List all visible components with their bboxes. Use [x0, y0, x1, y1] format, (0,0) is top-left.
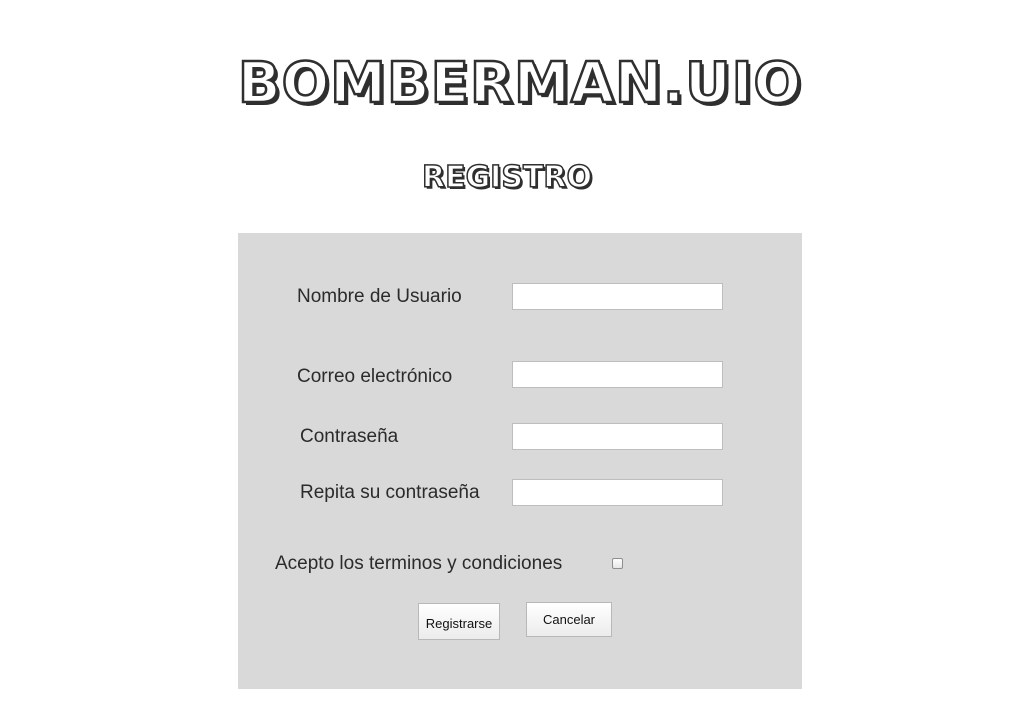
page-title: REGISTRO — [421, 159, 593, 196]
password-label: Contraseña — [300, 426, 399, 447]
password-repeat-input[interactable] — [512, 479, 723, 506]
password-input[interactable] — [512, 423, 723, 450]
terms-label: Acepto los terminos y condiciones — [275, 553, 563, 574]
username-input[interactable] — [512, 283, 723, 310]
terms-checkbox[interactable] — [612, 558, 623, 569]
email-label: Correo electrónico — [297, 366, 453, 387]
cancel-button[interactable]: Cancelar — [526, 602, 612, 637]
password-repeat-label: Repita su contraseña — [300, 482, 480, 503]
register-button[interactable]: Registrarse — [418, 603, 500, 640]
site-logo-title: BOMBERMAN.UIO — [237, 50, 803, 118]
registration-form: Nombre de Usuario Correo electrónico Con… — [238, 233, 802, 689]
email-input[interactable] — [512, 361, 723, 388]
username-label: Nombre de Usuario — [297, 286, 462, 307]
